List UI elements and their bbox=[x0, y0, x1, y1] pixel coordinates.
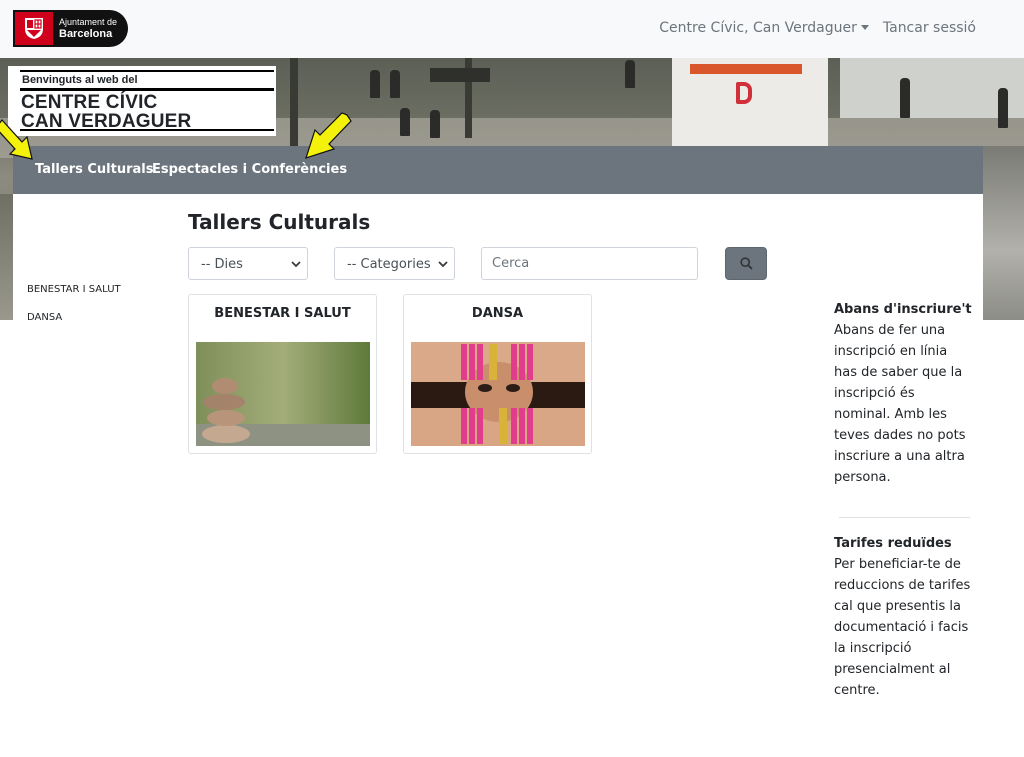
info-before-text: Abans de fer una inscripció en línia has… bbox=[834, 323, 966, 485]
stacked-stones-image bbox=[196, 342, 370, 446]
info-reduced-text: Per beneficiar-te de reduccions de tarif… bbox=[834, 557, 971, 698]
info-divider bbox=[839, 517, 970, 518]
category-card-benestar-i-salut[interactable]: BENESTAR I SALUT bbox=[188, 294, 377, 454]
tab-tallers-culturals[interactable]: Tallers Culturals bbox=[35, 162, 153, 177]
logout-link[interactable]: Tancar sessió bbox=[883, 20, 976, 36]
welcome-banner: Benvinguts al web del CENTRE CÍVIC CAN V… bbox=[8, 66, 276, 136]
chevron-down-icon bbox=[291, 261, 301, 268]
category-card-dansa[interactable]: DANSA bbox=[403, 294, 592, 454]
info-before-title: Abans d'inscriure't bbox=[834, 302, 972, 317]
info-reduced-title: Tarifes reduïdes bbox=[834, 536, 952, 551]
logo-big-text: Barcelona bbox=[59, 28, 113, 40]
user-menu: Centre Cívic, Can Verdaguer Tancar sessi… bbox=[659, 20, 976, 36]
days-select[interactable]: -- Dies bbox=[188, 247, 308, 280]
chevron-down-icon bbox=[438, 261, 448, 268]
logo-small-text: Ajuntament de bbox=[59, 17, 118, 27]
center-dropdown[interactable]: Centre Cívic, Can Verdaguer bbox=[659, 20, 869, 36]
days-select-value: -- Dies bbox=[201, 257, 243, 272]
page-title: Tallers Culturals bbox=[188, 210, 371, 234]
tab-espectacles-conferencies[interactable]: Espectacles i Conferències bbox=[152, 162, 347, 177]
yellow-arrow-icon bbox=[305, 112, 352, 159]
center-name-line1: CENTRE CÍVIC bbox=[21, 92, 158, 113]
caret-down-icon bbox=[860, 25, 869, 30]
dancer-image bbox=[411, 342, 585, 446]
search-icon bbox=[740, 257, 753, 270]
categories-select-value: -- Categories bbox=[347, 257, 431, 272]
center-dropdown-label: Centre Cívic, Can Verdaguer bbox=[659, 20, 857, 36]
barcelona-logo[interactable]: Ajuntament de Barcelona bbox=[13, 10, 128, 47]
sidebar-item-dansa[interactable]: DANSA bbox=[27, 312, 62, 323]
sidebar-item-benestar-i-salut[interactable]: BENESTAR I SALUT bbox=[27, 284, 121, 295]
card-title: BENESTAR I SALUT bbox=[214, 306, 351, 321]
categories-select[interactable]: -- Categories bbox=[334, 247, 455, 280]
section-nav: Tallers Culturals Espectacles i Conferèn… bbox=[13, 146, 983, 194]
search-input[interactable] bbox=[481, 247, 698, 280]
welcome-text: Benvinguts al web del bbox=[22, 74, 138, 86]
city-shield-icon bbox=[15, 12, 53, 45]
search-button[interactable] bbox=[725, 247, 767, 280]
card-title: DANSA bbox=[471, 306, 524, 321]
top-navbar: Ajuntament de Barcelona Centre Cívic, Ca… bbox=[0, 0, 1024, 58]
center-name: CENTRE CÍVIC CAN VERDAGUER bbox=[21, 93, 191, 131]
yellow-arrow-icon bbox=[0, 119, 33, 160]
